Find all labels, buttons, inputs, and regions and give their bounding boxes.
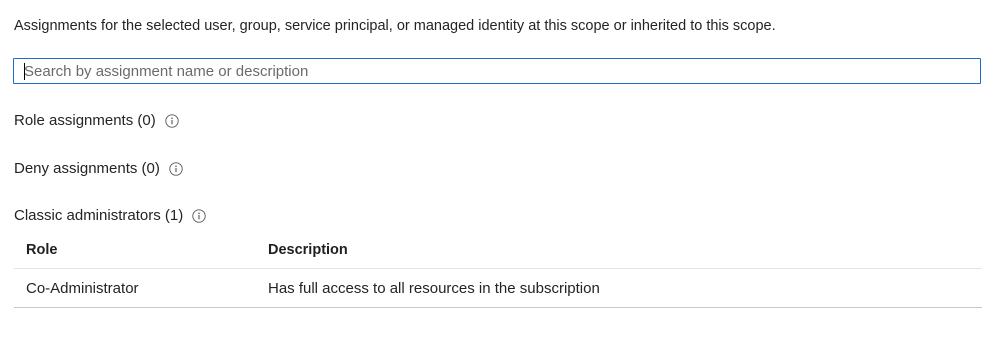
- info-circle-icon[interactable]: [169, 162, 183, 176]
- classic-administrators-section: Classic administrators (1): [14, 206, 206, 226]
- classic-administrators-label: Classic administrators (1): [14, 207, 184, 224]
- table-row[interactable]: Co-Administrator Has full access to all …: [14, 269, 982, 308]
- info-circle-icon[interactable]: [165, 114, 179, 128]
- role-assignments-label: Role assignments (0): [14, 112, 156, 129]
- cell-description: Has full access to all resources in the …: [268, 279, 600, 297]
- info-circle-icon[interactable]: [192, 209, 206, 223]
- search-input[interactable]: [14, 59, 980, 83]
- column-header-description[interactable]: Description: [268, 242, 982, 258]
- text-cursor: [24, 63, 25, 80]
- column-header-role[interactable]: Role: [14, 242, 268, 258]
- deny-assignments-section: Deny assignments (0): [14, 159, 183, 179]
- deny-assignments-label: Deny assignments (0): [14, 160, 160, 177]
- intro-description: Assignments for the selected user, group…: [14, 18, 776, 34]
- table-header-row: Role Description: [14, 232, 982, 269]
- search-box[interactable]: [13, 58, 981, 84]
- classic-administrators-table: Role Description Co-Administrator Has fu…: [14, 232, 982, 308]
- role-assignments-section: Role assignments (0): [14, 111, 179, 131]
- cell-role: Co-Administrator: [26, 279, 139, 297]
